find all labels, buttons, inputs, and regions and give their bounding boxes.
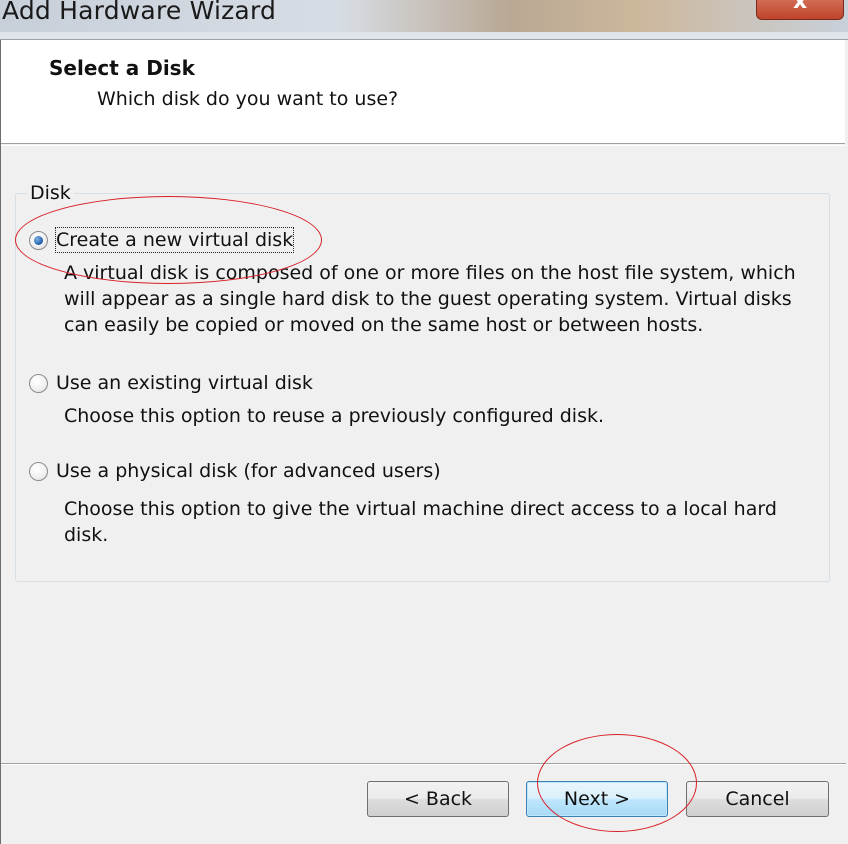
- option-create-new-disk[interactable]: Create a new virtual disk: [29, 227, 295, 253]
- header-divider: [1, 145, 845, 146]
- window-frame-edge: [0, 32, 848, 40]
- option-use-existing-disk[interactable]: Use an existing virtual disk: [29, 370, 313, 396]
- wizard-header: Select a Disk Which disk do you want to …: [1, 40, 845, 144]
- description-use-existing-disk: Choose this option to reuse a previously…: [64, 405, 605, 427]
- page-subtitle: Which disk do you want to use?: [97, 88, 399, 110]
- footer-divider: [1, 763, 846, 765]
- title-bar: Add Hardware Wizard x: [0, 0, 848, 32]
- radio-label-create-new-disk[interactable]: Create a new virtual disk: [54, 227, 295, 253]
- option-use-physical-disk[interactable]: Use a physical disk (for advanced users): [29, 458, 441, 484]
- back-button[interactable]: < Back: [367, 781, 509, 817]
- close-icon: x: [793, 0, 808, 14]
- page-title: Select a Disk: [49, 56, 195, 80]
- description-create-new-disk: A virtual disk is composed of one or mor…: [64, 262, 796, 336]
- disk-group-label: Disk: [27, 181, 74, 205]
- description-use-physical-disk: Choose this option to give the virtual m…: [64, 498, 777, 546]
- window-title: Add Hardware Wizard: [2, 0, 277, 25]
- radio-use-existing-disk[interactable]: [29, 373, 48, 393]
- close-button[interactable]: x: [756, 0, 844, 20]
- radio-label-use-existing-disk[interactable]: Use an existing virtual disk: [56, 371, 313, 395]
- radio-create-new-disk[interactable]: [29, 230, 48, 250]
- radio-label-use-physical-disk[interactable]: Use a physical disk (for advanced users): [56, 459, 441, 483]
- cancel-button[interactable]: Cancel: [686, 781, 829, 817]
- next-button[interactable]: Next >: [526, 781, 668, 817]
- radio-use-physical-disk[interactable]: [29, 461, 48, 481]
